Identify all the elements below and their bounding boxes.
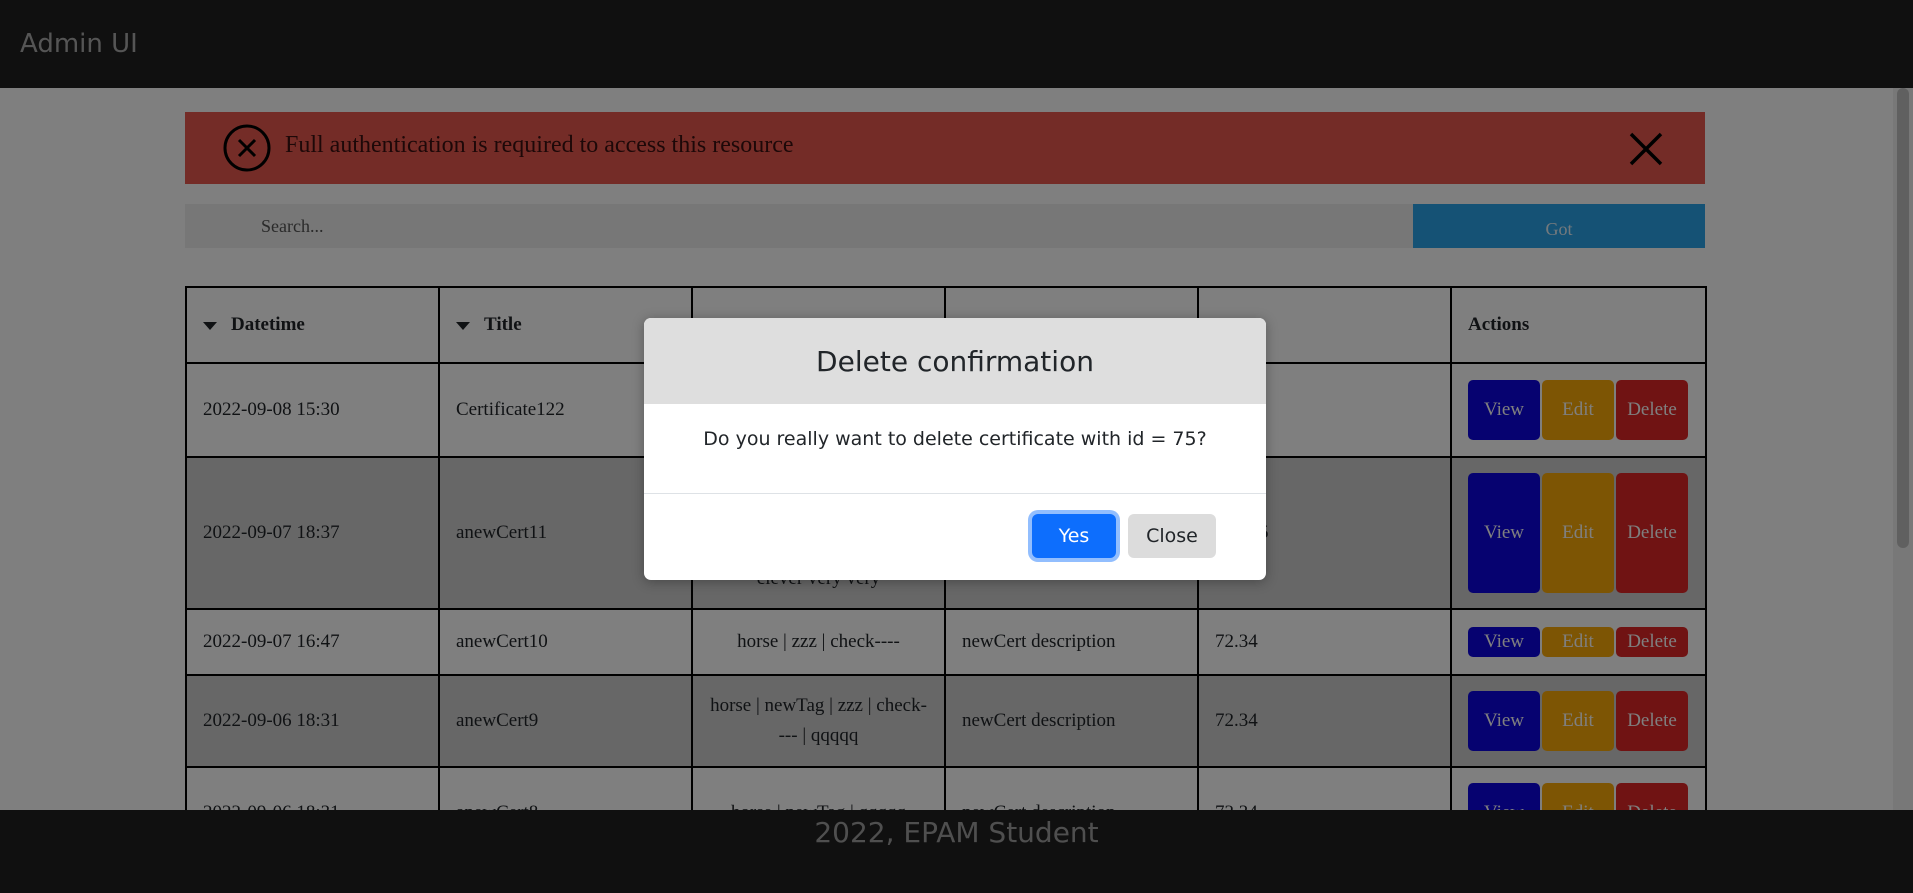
modal-title: Delete confirmation — [816, 344, 1094, 378]
modal-footer: Yes Close — [644, 494, 1266, 580]
yes-button[interactable]: Yes — [1032, 514, 1116, 558]
modal-message: Do you really want to delete certificate… — [703, 428, 1207, 450]
modal-body: Do you really want to delete certificate… — [644, 404, 1266, 494]
close-button[interactable]: Close — [1128, 514, 1216, 558]
delete-confirmation-modal: Delete confirmation Do you really want t… — [644, 318, 1266, 580]
modal-header: Delete confirmation — [644, 318, 1266, 404]
